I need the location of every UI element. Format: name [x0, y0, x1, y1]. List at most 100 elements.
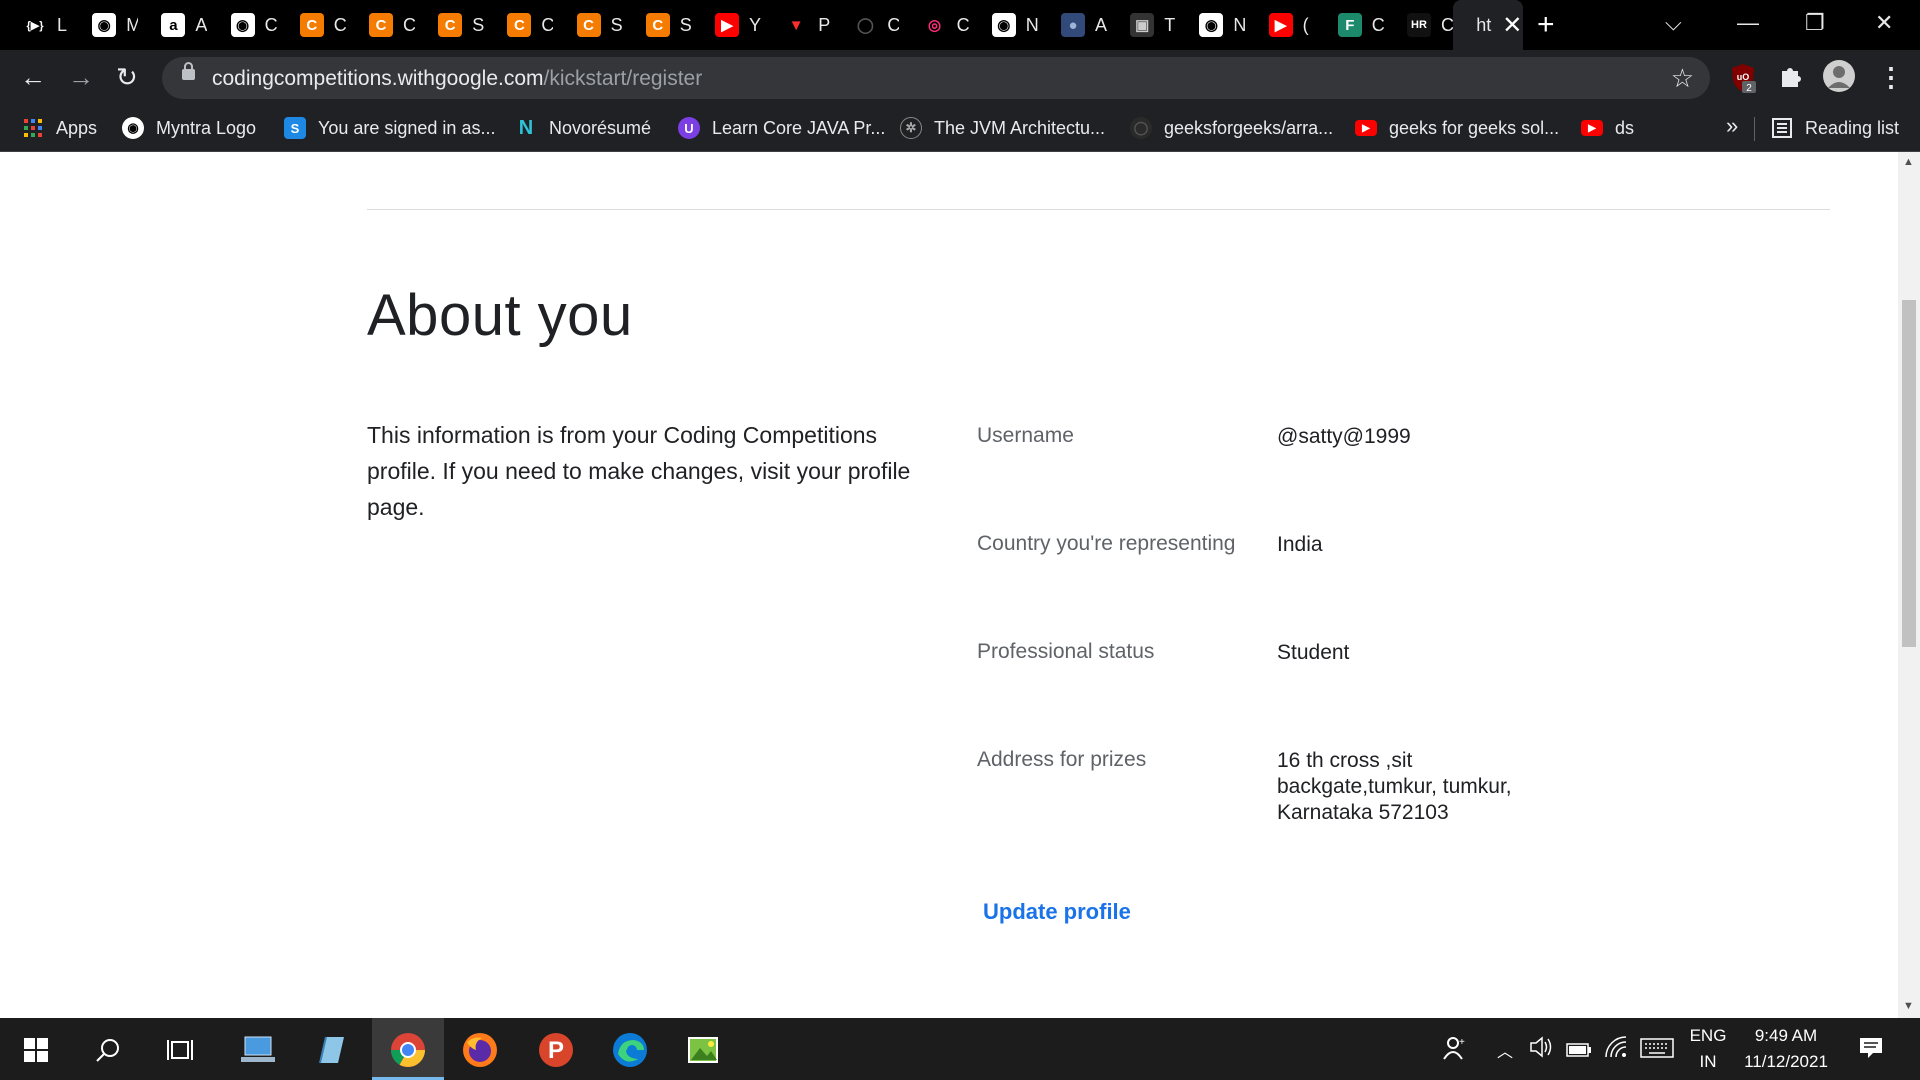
browser-tab[interactable]: CC [277, 0, 346, 50]
bookmarks-overflow-button[interactable]: » [1726, 113, 1738, 139]
browser-tab[interactable]: ▣ T [1107, 0, 1176, 50]
update-profile-link[interactable]: Update profile [983, 899, 1131, 925]
bookmark-ds[interactable]: ▶ ds [1581, 105, 1634, 151]
scroll-thumb[interactable] [1902, 300, 1916, 647]
page-title: About you [367, 283, 633, 348]
youtube-icon: ▶ [1355, 120, 1377, 136]
bookmarks-divider [1754, 117, 1755, 141]
profile-avatar[interactable] [1823, 60, 1855, 97]
browser-tab[interactable]: CS [623, 0, 692, 50]
tab-favicon-icon: ◉ [230, 13, 255, 37]
close-tab-icon[interactable]: ✕ [1502, 11, 1522, 40]
address-bar[interactable]: codingcompetitions.withgoogle.com/kickst… [162, 57, 1710, 99]
bookmark-label: ds [1615, 117, 1635, 138]
back-button[interactable]: ← [20, 62, 46, 92]
browser-tab[interactable]: {▶} L [0, 0, 69, 50]
search-icon[interactable] [86, 1028, 130, 1072]
username-value: @satty@1999 [1277, 425, 1411, 448]
tab-favicon-icon: F [1337, 13, 1362, 37]
wifi-icon[interactable] [1604, 1035, 1628, 1065]
browser-toolbar: ← → ↻ codingcompetitions.withgoogle.com/… [0, 50, 1920, 105]
people-icon[interactable]: + [1441, 1035, 1467, 1067]
browser-tab[interactable]: ◉ N [969, 0, 1038, 50]
image-viewer-icon[interactable] [682, 1028, 726, 1072]
bookmark-signed-in[interactable]: S You are signed in as... [284, 105, 495, 151]
ublock-extension-icon[interactable]: uO 2 [1730, 63, 1756, 98]
bookmark-learn-core-java[interactable]: U Learn Core JAVA Pr... [678, 105, 885, 151]
page-scrollbar[interactable]: ▲ ▼ [1898, 152, 1920, 1018]
bookmark-novoresume[interactable]: N Novorésumé [515, 105, 651, 151]
task-view-icon[interactable] [158, 1028, 202, 1072]
browser-tab[interactable]: aA [138, 0, 207, 50]
address-value: 16 th cross ,sit backgate,tumkur, tumkur… [1277, 749, 1512, 824]
reading-list-icon [1771, 117, 1793, 139]
bookmark-label: geeks for geeks sol... [1389, 117, 1560, 138]
restore-button[interactable]: ❐ [1805, 8, 1825, 38]
u-icon: U [678, 117, 700, 139]
chrome-icon[interactable] [386, 1028, 430, 1072]
extension-badge: 2 [1746, 83, 1752, 93]
url-path: /kickstart/register [543, 67, 703, 90]
browser-tab[interactable]: CS [554, 0, 623, 50]
browser-tab[interactable]: ◎ C [900, 0, 969, 50]
lock-icon[interactable] [182, 62, 195, 80]
bookmark-geeksforgeeks-github[interactable]: ◯ geeksforgeeks/arra... [1130, 105, 1333, 151]
tab-search-icon[interactable]: ⌵ [1665, 8, 1682, 38]
bookmarks-bar: Apps ◉ Myntra Logo S You are signed in a… [0, 105, 1920, 152]
notification-center-icon[interactable] [1858, 1036, 1884, 1066]
browser-tab[interactable]: FC [1315, 0, 1384, 50]
pycharm-p-icon[interactable]: P [534, 1028, 578, 1072]
edge-icon[interactable] [608, 1028, 652, 1072]
touch-keyboard-icon[interactable] [1640, 1038, 1674, 1064]
browser-tab[interactable]: CC [484, 0, 553, 50]
show-hidden-icons-chevron-icon[interactable]: ︿ [1497, 1038, 1513, 1062]
extensions-puzzle-icon[interactable] [1778, 63, 1804, 94]
minimize-button[interactable]: — [1737, 8, 1759, 38]
bookmark-gfg-solutions[interactable]: ▶ geeks for geeks sol... [1355, 105, 1559, 151]
browser-tab[interactable]: ▶( [1246, 0, 1315, 50]
browser-tab[interactable]: ◉ M [69, 0, 138, 50]
reload-button[interactable]: ↻ [116, 62, 138, 92]
browser-tab[interactable]: ◯ C [830, 0, 899, 50]
tab-title: N [1025, 14, 1038, 35]
volume-icon[interactable] [1529, 1036, 1553, 1064]
scroll-up-arrow[interactable]: ▲ [1903, 156, 1914, 168]
bookmark-myntra-logo[interactable]: ◉ Myntra Logo [122, 105, 256, 151]
clock[interactable]: 9:49 AM 11/12/2021 [1736, 1026, 1836, 1072]
firefox-icon[interactable] [458, 1028, 502, 1072]
apps-grid-icon [22, 117, 44, 139]
browser-tab[interactable]: ◉ N [1176, 0, 1245, 50]
tab-favicon-icon: ◉ [92, 13, 117, 37]
windows-start-icon[interactable] [14, 1028, 58, 1072]
tab-favicon-icon: {▶} [23, 13, 47, 37]
browser-tab[interactable]: CC [346, 0, 415, 50]
bookmark-jvm-architecture[interactable]: ✲ The JVM Architectu... [900, 105, 1105, 151]
browser-tab[interactable]: ▼ P [761, 0, 830, 50]
language-indicator[interactable]: ENG IN [1686, 1026, 1730, 1072]
tab-favicon-icon: C [645, 13, 670, 37]
browser-tab[interactable]: ● A [1038, 0, 1107, 50]
notepad-icon[interactable] [308, 1028, 352, 1072]
tab-title: L [57, 14, 68, 35]
tab-title: C [264, 14, 277, 35]
new-tab-button[interactable]: + [1537, 8, 1555, 42]
tab-title: ( [1302, 14, 1309, 35]
menu-kebab-icon[interactable]: ⋮ [1878, 62, 1904, 92]
battery-icon[interactable] [1566, 1040, 1592, 1063]
browser-tab[interactable]: HR C [1384, 0, 1453, 50]
computer-icon[interactable] [236, 1028, 280, 1072]
tab-title: S [679, 14, 692, 35]
browser-tab[interactable]: CS [415, 0, 484, 50]
tab-active[interactable]: ht ✕ [1453, 0, 1524, 50]
bookmark-star-icon[interactable]: ☆ [1671, 63, 1694, 94]
tab-title: A [1095, 14, 1107, 35]
browser-tab[interactable]: ◉ C [208, 0, 277, 50]
url-text[interactable]: codingcompetitions.withgoogle.com/kickst… [212, 67, 702, 91]
browser-tab[interactable]: ▶ Y [692, 0, 761, 50]
bookmark-label: Learn Core JAVA Pr... [712, 117, 886, 138]
reading-list-button[interactable]: Reading list [1771, 105, 1899, 151]
scroll-down-arrow[interactable]: ▼ [1903, 1000, 1914, 1012]
close-window-button[interactable]: ✕ [1875, 8, 1893, 38]
bookmark-apps[interactable]: Apps [22, 105, 97, 151]
forward-button[interactable]: → [68, 62, 94, 92]
